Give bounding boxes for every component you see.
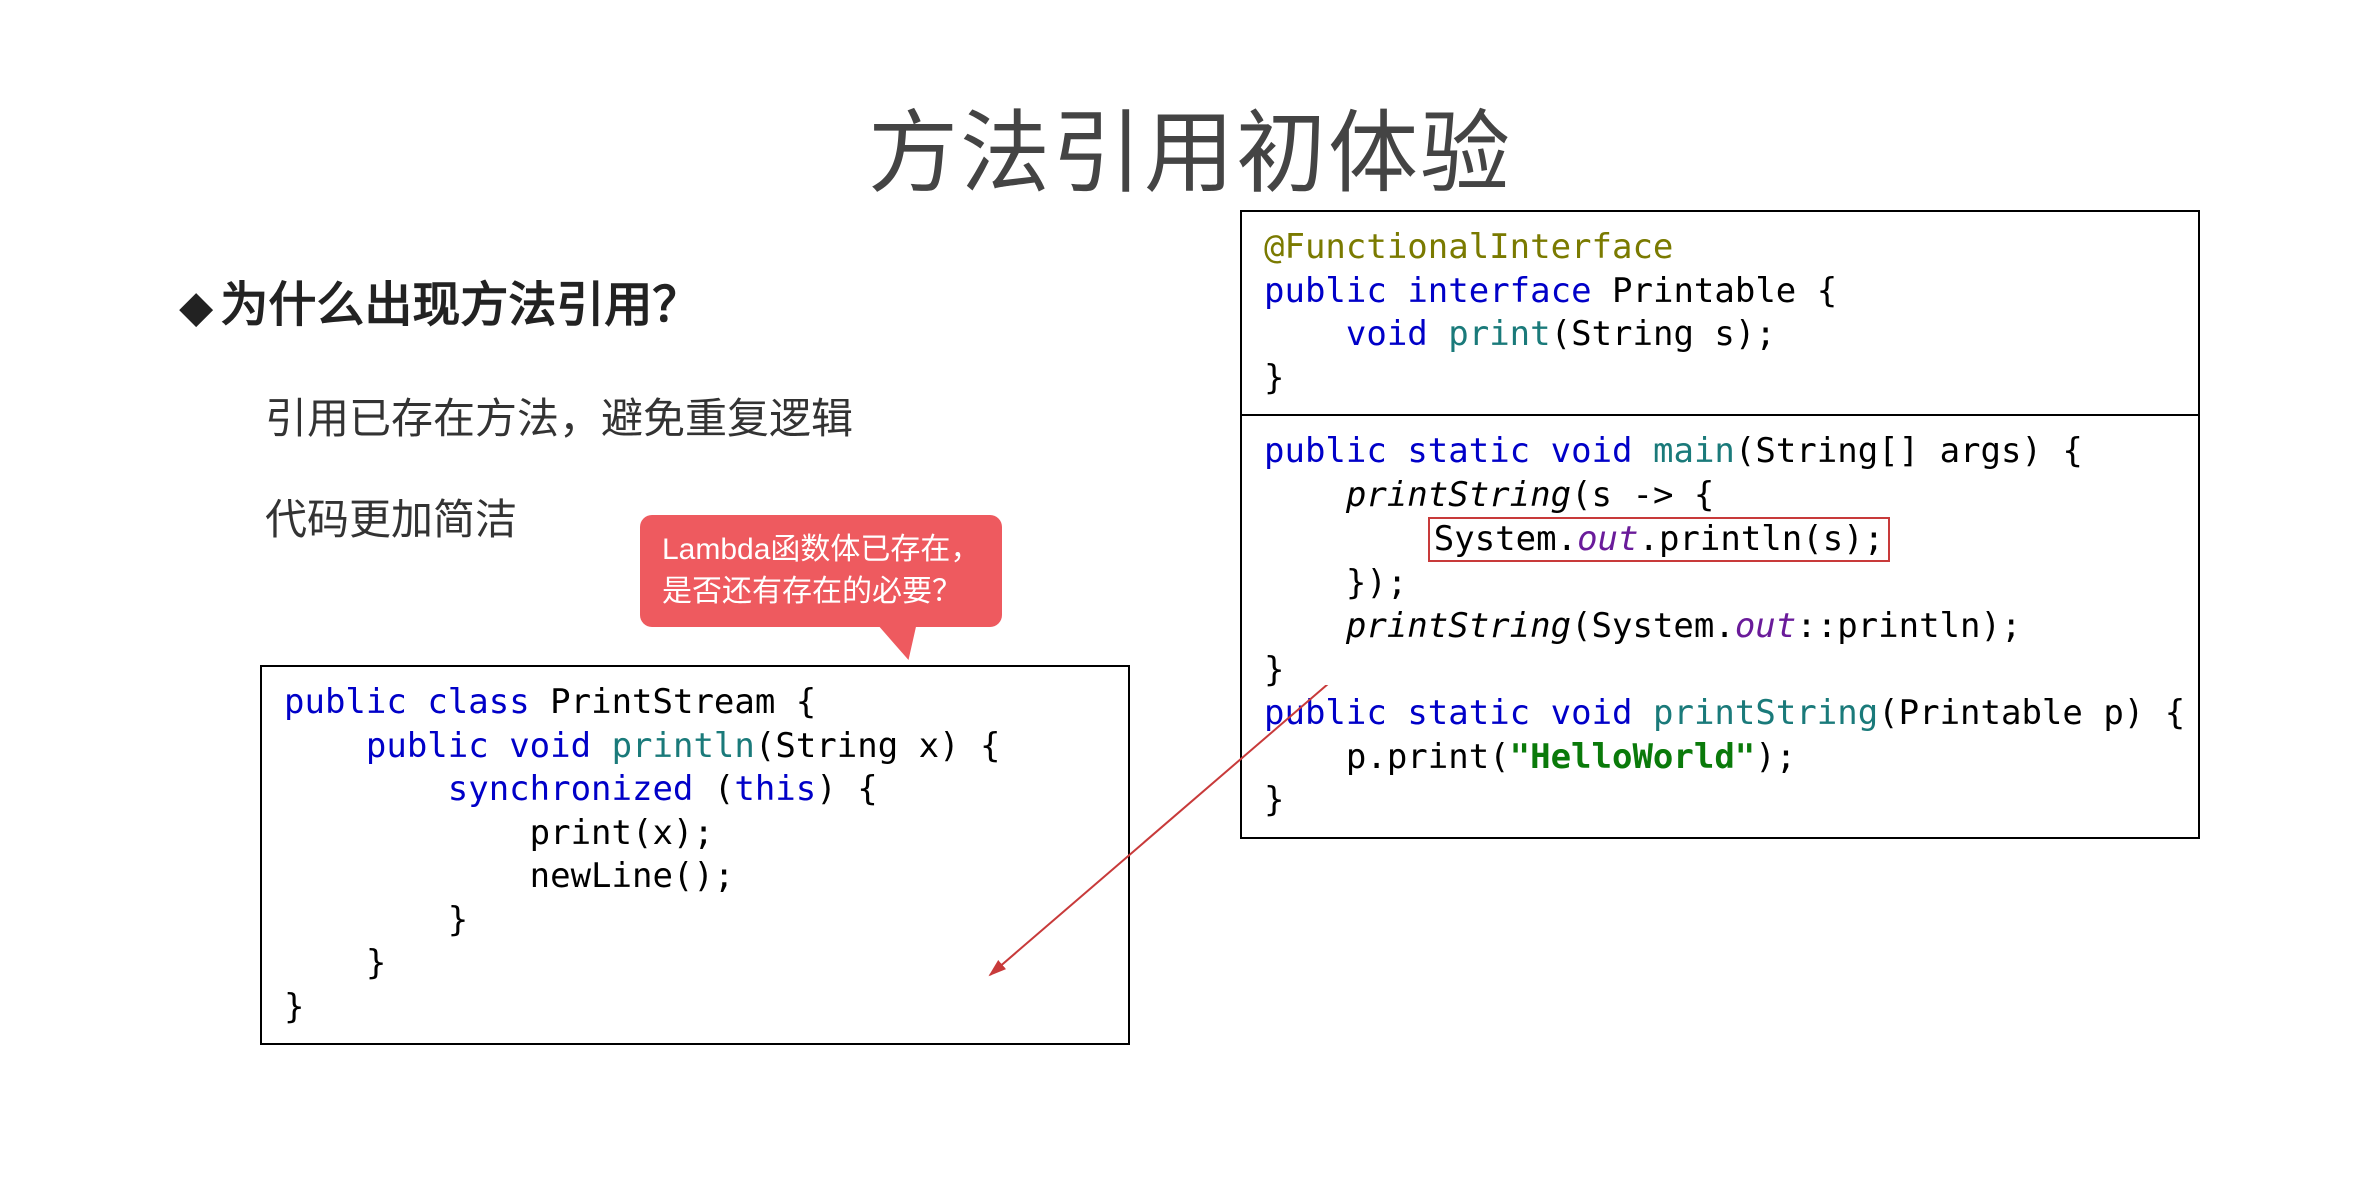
- left-column: 引用已存在方法，避免重复逻辑 代码更加简洁 Lambda函数体已存在， 是否还有…: [180, 385, 1140, 587]
- right-column: @FunctionalInterface public interface Pr…: [1240, 210, 2200, 839]
- code-main: public static void main(String[] args) {…: [1240, 414, 2200, 839]
- callout-line2: 是否还有存在的必要？: [662, 575, 962, 608]
- callout-box: Lambda函数体已存在， 是否还有存在的必要？: [640, 515, 1002, 627]
- slide: 方法引用初体验 为什么出现方法引用？ 引用已存在方法，避免重复逻辑 代码更加简洁…: [0, 0, 2380, 1184]
- slide-title: 方法引用初体验: [180, 80, 2200, 210]
- code-interface: @FunctionalInterface public interface Pr…: [1240, 210, 2200, 416]
- code-printstream: public class PrintStream { public void p…: [260, 665, 1130, 1045]
- bullet-1: 引用已存在方法，避免重复逻辑: [265, 385, 1140, 446]
- callout-line1: Lambda函数体已存在，: [662, 533, 980, 566]
- highlighted-code: System.out.println(s);: [1428, 517, 1890, 562]
